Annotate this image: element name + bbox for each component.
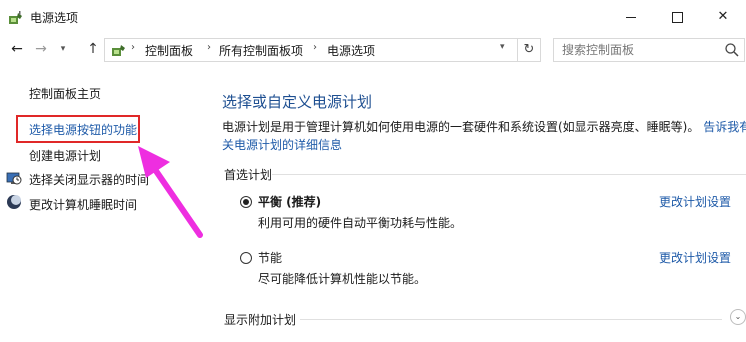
- chevron-down-icon[interactable]: ▾: [500, 42, 505, 52]
- breadcrumb-all-items[interactable]: 所有控制面板项: [219, 42, 303, 59]
- page-description: 电源计划是用于管理计算机如何使用电源的一套硬件和系统设置(如显示器亮度、睡眠等)…: [222, 118, 746, 154]
- breadcrumb-control-panel[interactable]: 控制面板: [145, 42, 193, 59]
- preferred-plans-label: 首选计划: [224, 168, 273, 182]
- breadcrumb-power-options[interactable]: 电源选项: [327, 42, 375, 59]
- refresh-button[interactable]: ↻: [518, 38, 541, 62]
- sidebar-item-display-off[interactable]: 选择关闭显示器的时间: [29, 171, 149, 188]
- radio-power-saver[interactable]: [240, 252, 252, 264]
- pointer-arrow-icon: [138, 146, 203, 238]
- refresh-icon: ↻: [523, 42, 535, 57]
- change-plan-settings-balanced[interactable]: 更改计划设置: [659, 193, 731, 210]
- sidebar-item-control-panel-home[interactable]: 控制面板主页: [29, 85, 101, 102]
- monitor-clock-icon: [6, 172, 22, 185]
- maximize-icon: [672, 12, 683, 23]
- search-input[interactable]: [560, 42, 714, 58]
- maximize-button[interactable]: [654, 0, 700, 34]
- expand-chevron-icon[interactable]: ⌄: [730, 309, 746, 325]
- plan-name-balanced[interactable]: 平衡 (推荐): [258, 193, 321, 210]
- back-button[interactable]: ←: [6, 37, 28, 61]
- control-panel-icon: [112, 45, 125, 56]
- sidebar-item-sleep-time[interactable]: 更改计算机睡眠时间: [29, 196, 137, 213]
- forward-button[interactable]: →: [30, 37, 52, 61]
- search-box[interactable]: [553, 38, 745, 62]
- description-text: 电源计划是用于管理计算机如何使用电源的一套硬件和系统设置(如显示器亮度、睡眠等)…: [222, 120, 700, 134]
- sleep-moon-icon: [7, 195, 21, 209]
- minimize-icon: [626, 17, 636, 18]
- plan-description-power-saver: 尽可能降低计算机性能以节能。: [258, 272, 427, 286]
- section-divider: [272, 174, 746, 175]
- learn-more-link-continued[interactable]: 关电源计划的详细信息: [222, 138, 342, 152]
- window-title: 电源选项: [30, 11, 79, 25]
- plan-name-power-saver[interactable]: 节能: [258, 249, 282, 266]
- breadcrumb-separator: ›: [131, 42, 135, 53]
- up-button[interactable]: ↑: [82, 37, 104, 61]
- power-options-icon: [9, 11, 22, 24]
- highlight-box: [16, 115, 140, 143]
- page-title: 选择或自定义电源计划: [222, 93, 373, 111]
- minimize-button[interactable]: [608, 0, 654, 34]
- search-icon[interactable]: [724, 42, 740, 58]
- title-bar: 电源选项 ✕: [0, 0, 746, 34]
- address-bar[interactable]: › 控制面板 › 所有控制面板项 › 电源选项 ▾: [104, 38, 518, 62]
- breadcrumb-separator: ›: [207, 42, 211, 53]
- radio-balanced[interactable]: [240, 196, 252, 208]
- breadcrumb-separator: ›: [313, 42, 317, 53]
- show-additional-plans-label[interactable]: 显示附加计划: [224, 311, 296, 328]
- radio-selected-dot: [243, 199, 249, 205]
- plan-description-balanced: 利用可用的硬件自动平衡功耗与性能。: [258, 216, 463, 230]
- learn-more-link[interactable]: 告诉我有: [703, 120, 746, 134]
- close-button[interactable]: ✕: [700, 0, 746, 34]
- section-divider: [300, 319, 722, 320]
- recent-locations-button[interactable]: ▾: [56, 37, 70, 61]
- close-icon: ✕: [717, 9, 729, 24]
- change-plan-settings-power-saver[interactable]: 更改计划设置: [659, 249, 731, 266]
- sidebar-item-create-plan[interactable]: 创建电源计划: [29, 147, 101, 164]
